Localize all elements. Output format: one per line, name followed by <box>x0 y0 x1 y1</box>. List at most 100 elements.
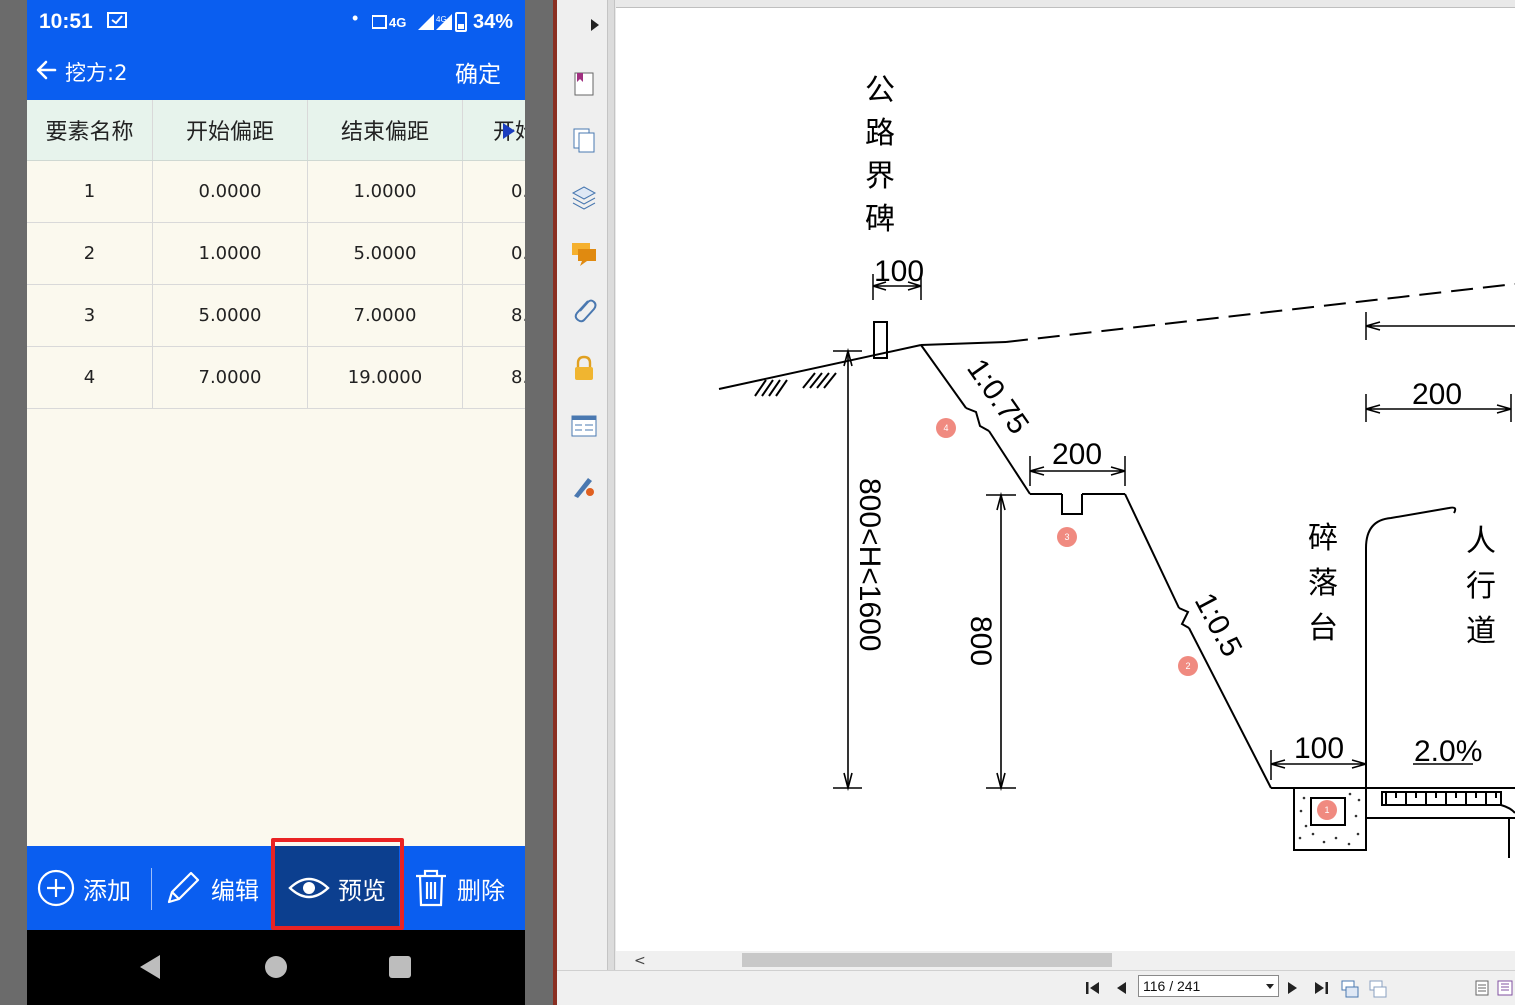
table-cell: 1.0000 <box>153 223 308 284</box>
next-page-icon[interactable] <box>1285 980 1301 996</box>
previous-page-icon[interactable] <box>1113 980 1129 996</box>
status-time: 10:51 <box>39 10 93 33</box>
table-cell: 2 <box>27 223 153 284</box>
lock-icon[interactable] <box>570 354 598 382</box>
slope-lower: 1:0.5 <box>1188 588 1248 662</box>
checkbox-notification-icon <box>107 12 127 28</box>
edit-label: 编辑 <box>211 876 259 905</box>
phone-screen: 10:51 • 4G 4G 34% 挖方:2 确定 要素名称 开始偏距 结束偏距 <box>27 0 525 1005</box>
screen: 10:51 • 4G 4G 34% 挖方:2 确定 要素名称 开始偏距 结束偏距 <box>0 0 1515 1005</box>
comments-icon[interactable] <box>570 239 598 267</box>
label-debris-platform: 碎落台 <box>1308 522 1338 645</box>
horizontal-scrollbar[interactable]: < <box>616 951 1515 970</box>
table-cell: 7.0000 <box>308 285 463 346</box>
edit-button[interactable]: 编辑 <box>163 846 259 930</box>
label-sidewalk: 人行道 <box>1466 525 1496 648</box>
table-cell: 5.0000 <box>308 223 463 284</box>
trash-icon <box>416 869 446 907</box>
pdf-sidebar <box>557 0 607 970</box>
cross-section-drawing: 100 1:0.75 200 800<H<1600 800 1:0.5 100 … <box>718 74 1515 858</box>
nav-recents-icon[interactable] <box>389 956 411 978</box>
scroll-thumb[interactable] <box>742 953 1112 967</box>
page-number-field[interactable]: 116 / 241 <box>1138 975 1279 997</box>
page-title: 挖方:2 <box>65 61 128 85</box>
expand-panel-icon[interactable] <box>590 18 600 32</box>
battery-level: 34% <box>473 11 514 33</box>
table-cell: 8. <box>511 305 525 326</box>
column-header: 要素名称 <box>27 100 153 160</box>
chevron-down-icon[interactable] <box>1264 978 1276 994</box>
continuous-view-icon[interactable] <box>1369 980 1387 998</box>
scroll-right-icon[interactable] <box>501 122 517 140</box>
add-button[interactable]: 添加 <box>37 846 131 930</box>
table-cell: 1 <box>27 161 153 222</box>
status-bar: 10:51 • 4G 4G 34% <box>27 0 525 44</box>
pdf-viewer: 100 1:0.75 200 800<H<1600 800 1:0.5 100 … <box>557 0 1515 1005</box>
table-cell: 3 <box>27 285 153 346</box>
layers-icon[interactable] <box>570 183 598 211</box>
app-bar: 挖方:2 确定 <box>27 44 525 100</box>
delete-button[interactable]: 删除 <box>413 846 505 930</box>
svg-text:4G: 4G <box>389 15 406 30</box>
battery-icon <box>455 12 467 32</box>
berm-width: 200 <box>1052 438 1102 471</box>
cross-slope: 2.0% <box>1414 735 1482 768</box>
delete-label: 删除 <box>457 876 505 905</box>
table-cell: 4 <box>27 347 153 408</box>
scroll-left-icon[interactable]: < <box>634 953 646 969</box>
bookmark-icon[interactable] <box>570 70 598 98</box>
two-page-layout-icon[interactable] <box>1497 980 1513 996</box>
column-header: 开始偏距 <box>153 100 308 160</box>
pages-icon[interactable] <box>570 126 598 154</box>
table-cell: 0. <box>511 181 525 202</box>
table-row[interactable]: 3 5.0000 7.0000 8. <box>27 285 525 347</box>
first-page-icon[interactable] <box>1085 980 1101 996</box>
last-page-icon[interactable] <box>1313 980 1329 996</box>
height-800: 800 <box>964 616 997 666</box>
label-boundary-marker: 公路界碑 <box>865 74 895 236</box>
system-nav-bar <box>27 930 525 1005</box>
ditch-width: 100 <box>1294 732 1344 765</box>
slope-upper: 1:0.75 <box>960 353 1035 440</box>
table-row[interactable]: 1 0.0000 1.0000 0. <box>27 161 525 223</box>
marker-4-label: 4 <box>943 423 948 433</box>
height-range: 800<H<1600 <box>853 478 886 652</box>
marker-1-label: 1 <box>1324 805 1329 815</box>
pdf-status-bar: 116 / 241 <box>557 970 1515 1005</box>
table-cell: 8. <box>511 367 525 388</box>
signature-icon[interactable] <box>570 472 598 500</box>
pencil-icon <box>167 871 200 904</box>
table-header: 要素名称 开始偏距 结束偏距 开始 <box>27 100 525 161</box>
table-cell: 0.0000 <box>153 161 308 222</box>
column-header: 结束偏距 <box>308 100 463 160</box>
marker-3-label: 3 <box>1064 532 1069 542</box>
right-width: 200 <box>1412 378 1462 411</box>
form-fields-icon[interactable] <box>570 412 598 440</box>
table-row[interactable]: 4 7.0000 19.0000 8. <box>27 347 525 409</box>
highlight-box <box>271 838 404 930</box>
paperclip-icon[interactable] <box>570 296 598 324</box>
toolbar-separator <box>151 868 152 910</box>
add-label: 添加 <box>83 876 131 905</box>
table-cell: 1.0000 <box>308 161 463 222</box>
pdf-page: 100 1:0.75 200 800<H<1600 800 1:0.5 100 … <box>616 8 1515 951</box>
nav-back-icon[interactable] <box>139 954 161 980</box>
pdf-top-edge <box>616 0 1515 8</box>
confirm-button[interactable]: 确定 <box>455 55 501 89</box>
element-table: 要素名称 开始偏距 结束偏距 开始 1 0.0000 1.0000 0. 2 1… <box>27 100 525 409</box>
notification-dot-icon: • <box>352 8 359 28</box>
table-cell: 5.0000 <box>153 285 308 346</box>
plus-circle-icon <box>37 869 75 907</box>
page-layout-icon[interactable] <box>1475 980 1489 996</box>
page-indicator: 116 / 241 <box>1143 978 1201 994</box>
table-cell: 7.0000 <box>153 347 308 408</box>
table-row[interactable]: 2 1.0000 5.0000 0. <box>27 223 525 285</box>
table-cell: 0. <box>511 243 525 264</box>
marker-2-label: 2 <box>1185 661 1190 671</box>
single-page-view-icon[interactable] <box>1341 980 1359 998</box>
panel-splitter[interactable] <box>607 0 615 970</box>
table-cell: 19.0000 <box>308 347 463 408</box>
nav-home-icon[interactable] <box>265 956 287 978</box>
back-arrow-icon[interactable] <box>35 58 57 82</box>
dim-marker-width: 100 <box>874 255 924 288</box>
